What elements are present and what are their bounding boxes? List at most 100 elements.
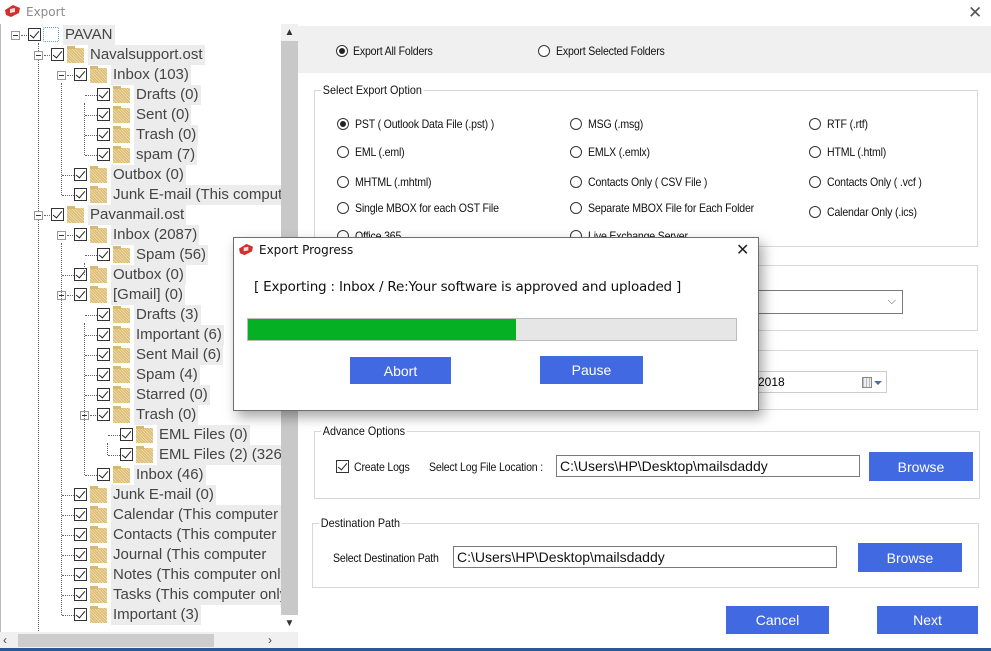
create-logs-label[interactable]: Create Logs — [354, 460, 410, 474]
pause-button[interactable]: Pause — [540, 356, 643, 384]
log-browse-button[interactable]: Browse — [869, 452, 973, 481]
tree-checkbox[interactable] — [28, 28, 41, 41]
tree-checkbox[interactable] — [74, 168, 87, 181]
tree-node-label[interactable]: Sent Mail (6) — [134, 345, 224, 365]
tree-root-label[interactable]: PAVAN — [63, 25, 115, 45]
tree-checkbox[interactable] — [97, 328, 110, 341]
tree-node-label[interactable]: [Gmail] (0) — [111, 285, 186, 305]
export-option-radio[interactable] — [570, 202, 582, 214]
cancel-button[interactable]: Cancel — [726, 606, 829, 634]
export-option-label[interactable]: Contacts Only ( .vcf ) — [827, 175, 922, 189]
abort-button[interactable]: Abort — [350, 357, 451, 384]
tree-checkbox[interactable] — [97, 148, 110, 161]
tree-checkbox[interactable] — [97, 108, 110, 121]
export-all-folders-label[interactable]: Export All Folders — [353, 44, 433, 58]
export-option-label[interactable]: MHTML (.mhtml) — [355, 175, 432, 189]
export-option-radio[interactable] — [809, 176, 821, 188]
export-option-radio[interactable] — [809, 146, 821, 158]
tree-checkbox[interactable] — [120, 428, 133, 441]
collapse-icon[interactable] — [57, 231, 66, 240]
export-option-label[interactable]: EML (.eml) — [355, 145, 405, 159]
tree-checkbox[interactable] — [74, 228, 87, 241]
export-option-label[interactable]: Separate MBOX File for Each Folder — [588, 201, 754, 215]
tree-node-label[interactable]: Drafts (0) — [134, 85, 201, 105]
scroll-right-icon[interactable]: › — [268, 632, 272, 649]
tree-checkbox[interactable] — [97, 368, 110, 381]
tree-node-label[interactable]: Starred (0) — [134, 385, 210, 405]
collapse-icon[interactable] — [11, 31, 20, 40]
tree-checkbox[interactable] — [74, 548, 87, 561]
export-option-radio[interactable] — [337, 202, 349, 214]
tree-checkbox[interactable] — [74, 588, 87, 601]
tree-checkbox[interactable] — [97, 248, 110, 261]
export-option-radio[interactable] — [570, 118, 582, 130]
tree-node-label[interactable]: Inbox (46) — [134, 465, 206, 485]
tree-node-label[interactable]: Junk E-mail (0) — [111, 485, 216, 505]
export-option-radio[interactable] — [809, 118, 821, 130]
collapse-icon[interactable] — [34, 51, 43, 60]
tree-horizontal-scrollbar[interactable]: ‹ › — [0, 632, 298, 649]
tree-checkbox[interactable] — [74, 68, 87, 81]
tree-node-label[interactable]: Outbox (0) — [111, 165, 186, 185]
tree-node-label[interactable]: Pavanmail.ost — [88, 205, 187, 225]
export-option-label[interactable]: EMLX (.emlx) — [588, 145, 650, 159]
tree-checkbox[interactable] — [74, 568, 87, 581]
tree-node-label[interactable]: Trash (0) — [134, 405, 199, 425]
tree-node-label[interactable]: Important (3) — [111, 605, 201, 625]
tree-checkbox[interactable] — [97, 388, 110, 401]
tree-node-label[interactable]: Contacts (This computer only) — [111, 525, 298, 563]
export-option-label[interactable]: Calendar Only (.ics) — [827, 205, 917, 219]
tree-node-label[interactable]: Calendar (This computer only) — [111, 505, 298, 543]
tree-checkbox[interactable] — [51, 48, 64, 61]
tree-checkbox[interactable] — [97, 308, 110, 321]
tree-checkbox[interactable] — [97, 468, 110, 481]
tree-node-label[interactable]: EML Files (0) — [157, 425, 250, 445]
collapse-icon[interactable] — [57, 71, 66, 80]
tree-node-label[interactable]: Spam (4) — [134, 365, 200, 385]
export-option-radio[interactable] — [337, 146, 349, 158]
export-option-radio[interactable] — [570, 176, 582, 188]
tree-checkbox[interactable] — [97, 348, 110, 361]
tree-checkbox[interactable] — [74, 288, 87, 301]
scrollbar-thumb[interactable] — [18, 634, 214, 647]
tree-checkbox[interactable] — [74, 188, 87, 201]
export-option-label[interactable]: PST ( Outlook Data File (.pst) ) — [355, 117, 494, 131]
dropdown-arrow-icon[interactable] — [874, 381, 882, 385]
close-icon[interactable]: ✕ — [968, 3, 982, 23]
tree-checkbox[interactable] — [74, 488, 87, 501]
export-option-label[interactable]: RTF (.rtf) — [827, 117, 868, 131]
scroll-left-icon[interactable]: ‹ — [3, 632, 7, 649]
export-option-label[interactable]: Contacts Only ( CSV File ) — [588, 175, 707, 189]
destination-browse-button[interactable]: Browse — [858, 543, 962, 572]
create-logs-checkbox[interactable] — [336, 460, 349, 473]
radio-export-selected-folders[interactable] — [538, 45, 550, 57]
tree-node-label[interactable]: Inbox (2087) — [111, 225, 200, 245]
export-option-radio[interactable] — [809, 206, 821, 218]
scroll-up-icon[interactable]: ▲ — [281, 24, 298, 41]
export-option-radio[interactable] — [337, 118, 349, 130]
tree-node-label[interactable]: Tasks (This computer only) — [111, 585, 295, 605]
tree-node-label[interactable]: Outbox (0) — [111, 265, 186, 285]
tree-checkbox[interactable] — [97, 88, 110, 101]
calendar-icon[interactable] — [862, 377, 872, 388]
tree-checkbox[interactable] — [74, 608, 87, 621]
tree-node-label[interactable]: Spam (56) — [134, 245, 209, 265]
tree-node-label[interactable]: EML Files (2) (326) — [157, 445, 289, 465]
tree-node-label[interactable]: Trash (0) — [134, 125, 199, 145]
tree-checkbox[interactable] — [97, 408, 110, 421]
tree-checkbox[interactable] — [51, 208, 64, 221]
export-option-label[interactable]: MSG (.msg) — [588, 117, 643, 131]
tree-node-label[interactable]: Drafts (3) — [134, 305, 201, 325]
tree-checkbox[interactable] — [74, 268, 87, 281]
export-option-label[interactable]: Single MBOX for each OST File — [355, 201, 499, 215]
tree-node-label[interactable]: Junk E-mail (This computer only) — [111, 185, 298, 223]
tree-node-label[interactable]: Inbox (103) — [111, 65, 191, 85]
dialog-close-icon[interactable]: ✕ — [736, 240, 749, 259]
collapse-icon[interactable] — [34, 211, 43, 220]
tree-checkbox[interactable] — [74, 508, 87, 521]
tree-node-label[interactable]: Important (6) — [134, 325, 224, 345]
tree-checkbox[interactable] — [74, 528, 87, 541]
log-location-input[interactable]: C:\Users\HP\Desktop\mailsdaddy — [556, 455, 860, 477]
tree-checkbox[interactable] — [120, 448, 133, 461]
tree-checkbox[interactable] — [97, 128, 110, 141]
